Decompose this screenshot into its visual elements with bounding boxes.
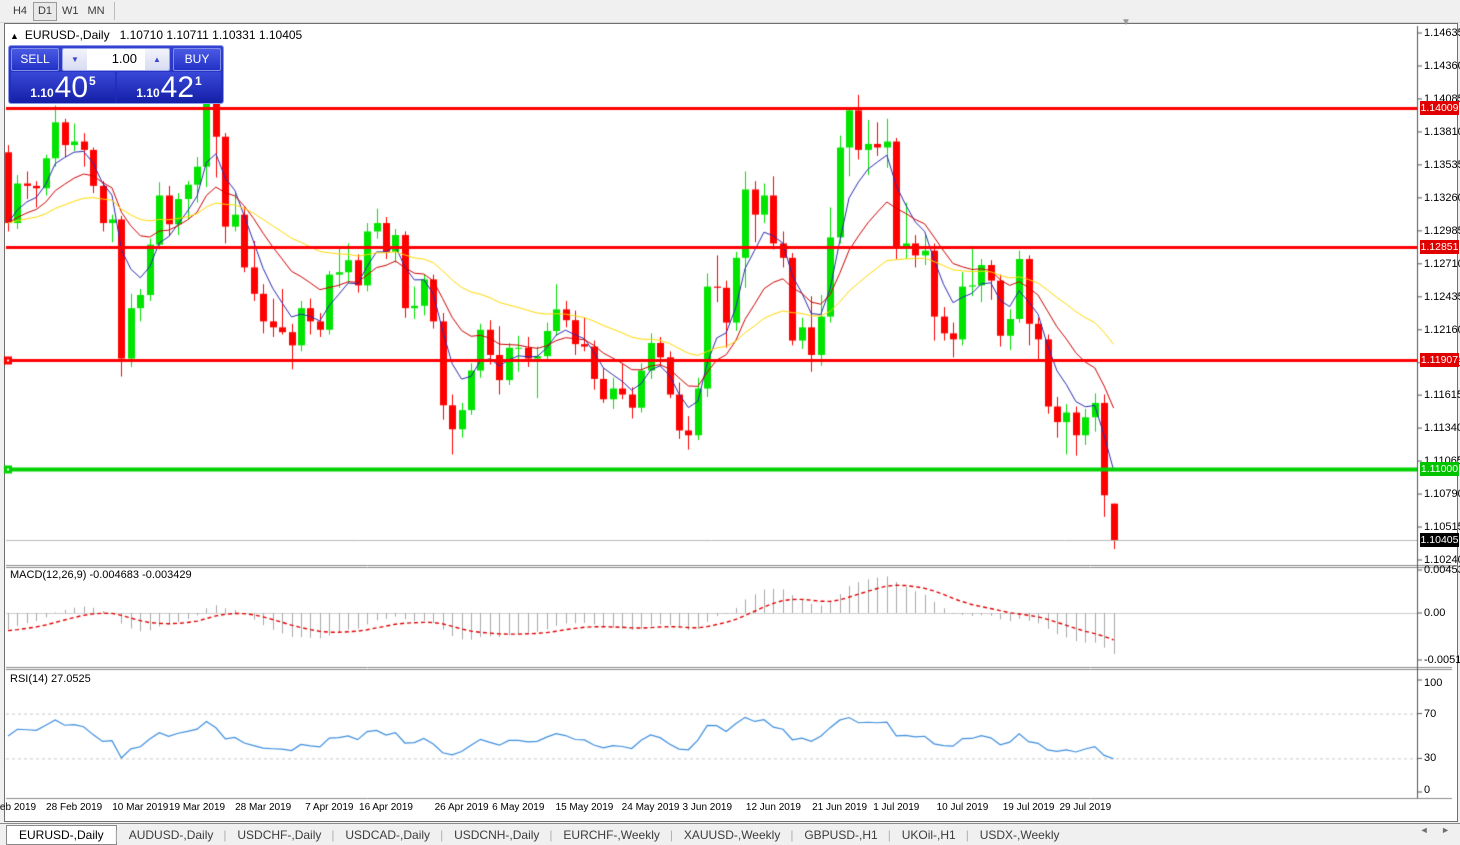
- date-label: 10 Mar 2019: [112, 802, 168, 813]
- buy-price-big: 42: [161, 74, 194, 102]
- date-label: 15 May 2019: [556, 802, 614, 813]
- tab-usdcad-daily[interactable]: USDCAD-,Daily: [333, 826, 442, 844]
- tab-scroll-arrows: ◄ ►: [1410, 825, 1450, 835]
- volume-input[interactable]: 1.00: [87, 49, 145, 70]
- date-label: 16 Apr 2019: [359, 802, 413, 813]
- price-tick: 1.11615: [1424, 389, 1460, 401]
- sell-price-prefix: 1.10: [30, 86, 53, 100]
- one-click-collapse-icon[interactable]: ▲: [10, 31, 19, 41]
- date-label: 6 May 2019: [492, 802, 544, 813]
- date-label: 26 Apr 2019: [435, 802, 489, 813]
- rsi-label: RSI(14) 27.0525: [10, 673, 91, 685]
- macd-label: MACD(12,26,9) -0.004683 -0.003429: [10, 569, 192, 581]
- price-badge-1.14009: 1.14009: [1420, 101, 1459, 115]
- chart-tab-bar: EURUSD-,DailyAUDUSD-,DailyUSDCHF-,DailyU…: [0, 823, 1460, 845]
- date-label: 19 Feb 2019: [0, 802, 36, 813]
- macd-tick: -0.005122: [1424, 654, 1460, 666]
- buy-price-panel[interactable]: 1.10421: [117, 72, 221, 103]
- rsi-tick: 70: [1424, 708, 1436, 720]
- tab-scroll-left-icon[interactable]: ◄: [1420, 825, 1429, 835]
- chart-shift-marker-icon[interactable]: ▼: [1121, 17, 1131, 28]
- price-badge-1.10405: 1.10405: [1420, 533, 1459, 547]
- price-tick: 1.13535: [1424, 159, 1460, 171]
- tab-usdx-weekly[interactable]: USDX-,Weekly: [968, 826, 1072, 844]
- sell-price-big: 40: [55, 74, 88, 102]
- chart-title: ▲ EURUSD-,Daily 1.10710 1.10711 1.10331 1.…: [10, 28, 302, 42]
- tab-audusd-daily[interactable]: AUDUSD-,Daily: [117, 826, 226, 844]
- chart-symbol-period: EURUSD-,Daily: [25, 28, 110, 42]
- sell-price-panel[interactable]: 1.10405: [11, 72, 115, 103]
- tab-scroll-right-icon[interactable]: ►: [1441, 825, 1450, 835]
- price-badge-1.12851: 1.12851: [1420, 240, 1459, 254]
- price-tick: 1.13810: [1424, 126, 1460, 138]
- tab-usdcnh-daily[interactable]: USDCNH-,Daily: [442, 826, 551, 844]
- price-tick: 1.10790: [1424, 488, 1460, 500]
- date-label: 10 Jul 2019: [937, 802, 989, 813]
- price-tick: 1.12160: [1424, 324, 1460, 336]
- date-label: 19 Mar 2019: [169, 802, 225, 813]
- price-tick: 1.13260: [1424, 192, 1460, 204]
- chart-ohlc-values: 1.10710 1.10711 1.10331 1.10405: [120, 28, 303, 42]
- date-label: 19 Jul 2019: [1003, 802, 1055, 813]
- chart-canvas[interactable]: [0, 0, 1460, 845]
- date-label: 12 Jun 2019: [746, 802, 801, 813]
- macd-tick: 0.004532: [1424, 564, 1460, 576]
- tab-ukoil-h1[interactable]: UKOil-,H1: [890, 826, 968, 844]
- tab-eurusd-daily[interactable]: EURUSD-,Daily: [6, 825, 117, 845]
- rsi-tick: 100: [1424, 677, 1442, 689]
- buy-price-pip: 1: [195, 74, 202, 88]
- buy-button[interactable]: BUY: [173, 48, 221, 71]
- volume-stepper: ▼ 1.00 ▲: [62, 48, 170, 71]
- date-label: 28 Feb 2019: [46, 802, 102, 813]
- date-label: 7 Apr 2019: [305, 802, 353, 813]
- one-click-trading-panel: SELL ▼ 1.00 ▲ BUY 1.10405 1.10421: [8, 45, 224, 104]
- sell-price-pip: 5: [89, 74, 96, 88]
- price-tick: 1.12710: [1424, 258, 1460, 270]
- date-label: 24 May 2019: [622, 802, 680, 813]
- tab-xauusd-weekly[interactable]: XAUUSD-,Weekly: [672, 826, 792, 844]
- tab-gbpusd-h1[interactable]: GBPUSD-,H1: [792, 826, 889, 844]
- tab-eurchf-weekly[interactable]: EURCHF-,Weekly: [551, 826, 671, 844]
- price-tick: 1.14635: [1424, 27, 1460, 39]
- rsi-tick: 0: [1424, 784, 1430, 796]
- price-badge-1.11907: 1.11907: [1420, 353, 1459, 367]
- rsi-tick: 30: [1424, 752, 1436, 764]
- date-label: 3 Jun 2019: [683, 802, 733, 813]
- date-label: 28 Mar 2019: [235, 802, 291, 813]
- sell-button[interactable]: SELL: [11, 48, 59, 71]
- price-tick: 1.10515: [1424, 521, 1460, 533]
- date-label: 29 Jul 2019: [1059, 802, 1111, 813]
- price-tick: 1.11340: [1424, 422, 1460, 434]
- tab-usdchf-daily[interactable]: USDCHF-,Daily: [225, 826, 333, 844]
- price-tick: 1.12435: [1424, 291, 1460, 303]
- buy-price-prefix: 1.10: [136, 86, 159, 100]
- date-label: 1 Jul 2019: [873, 802, 919, 813]
- price-tick: 1.14360: [1424, 60, 1460, 72]
- volume-increase-icon[interactable]: ▲: [145, 49, 169, 70]
- volume-decrease-icon[interactable]: ▼: [63, 49, 87, 70]
- price-tick: 1.12985: [1424, 225, 1460, 237]
- macd-tick: 0.00: [1424, 607, 1445, 619]
- price-badge-1.11000: 1.11000: [1420, 462, 1459, 476]
- date-label: 21 Jun 2019: [812, 802, 867, 813]
